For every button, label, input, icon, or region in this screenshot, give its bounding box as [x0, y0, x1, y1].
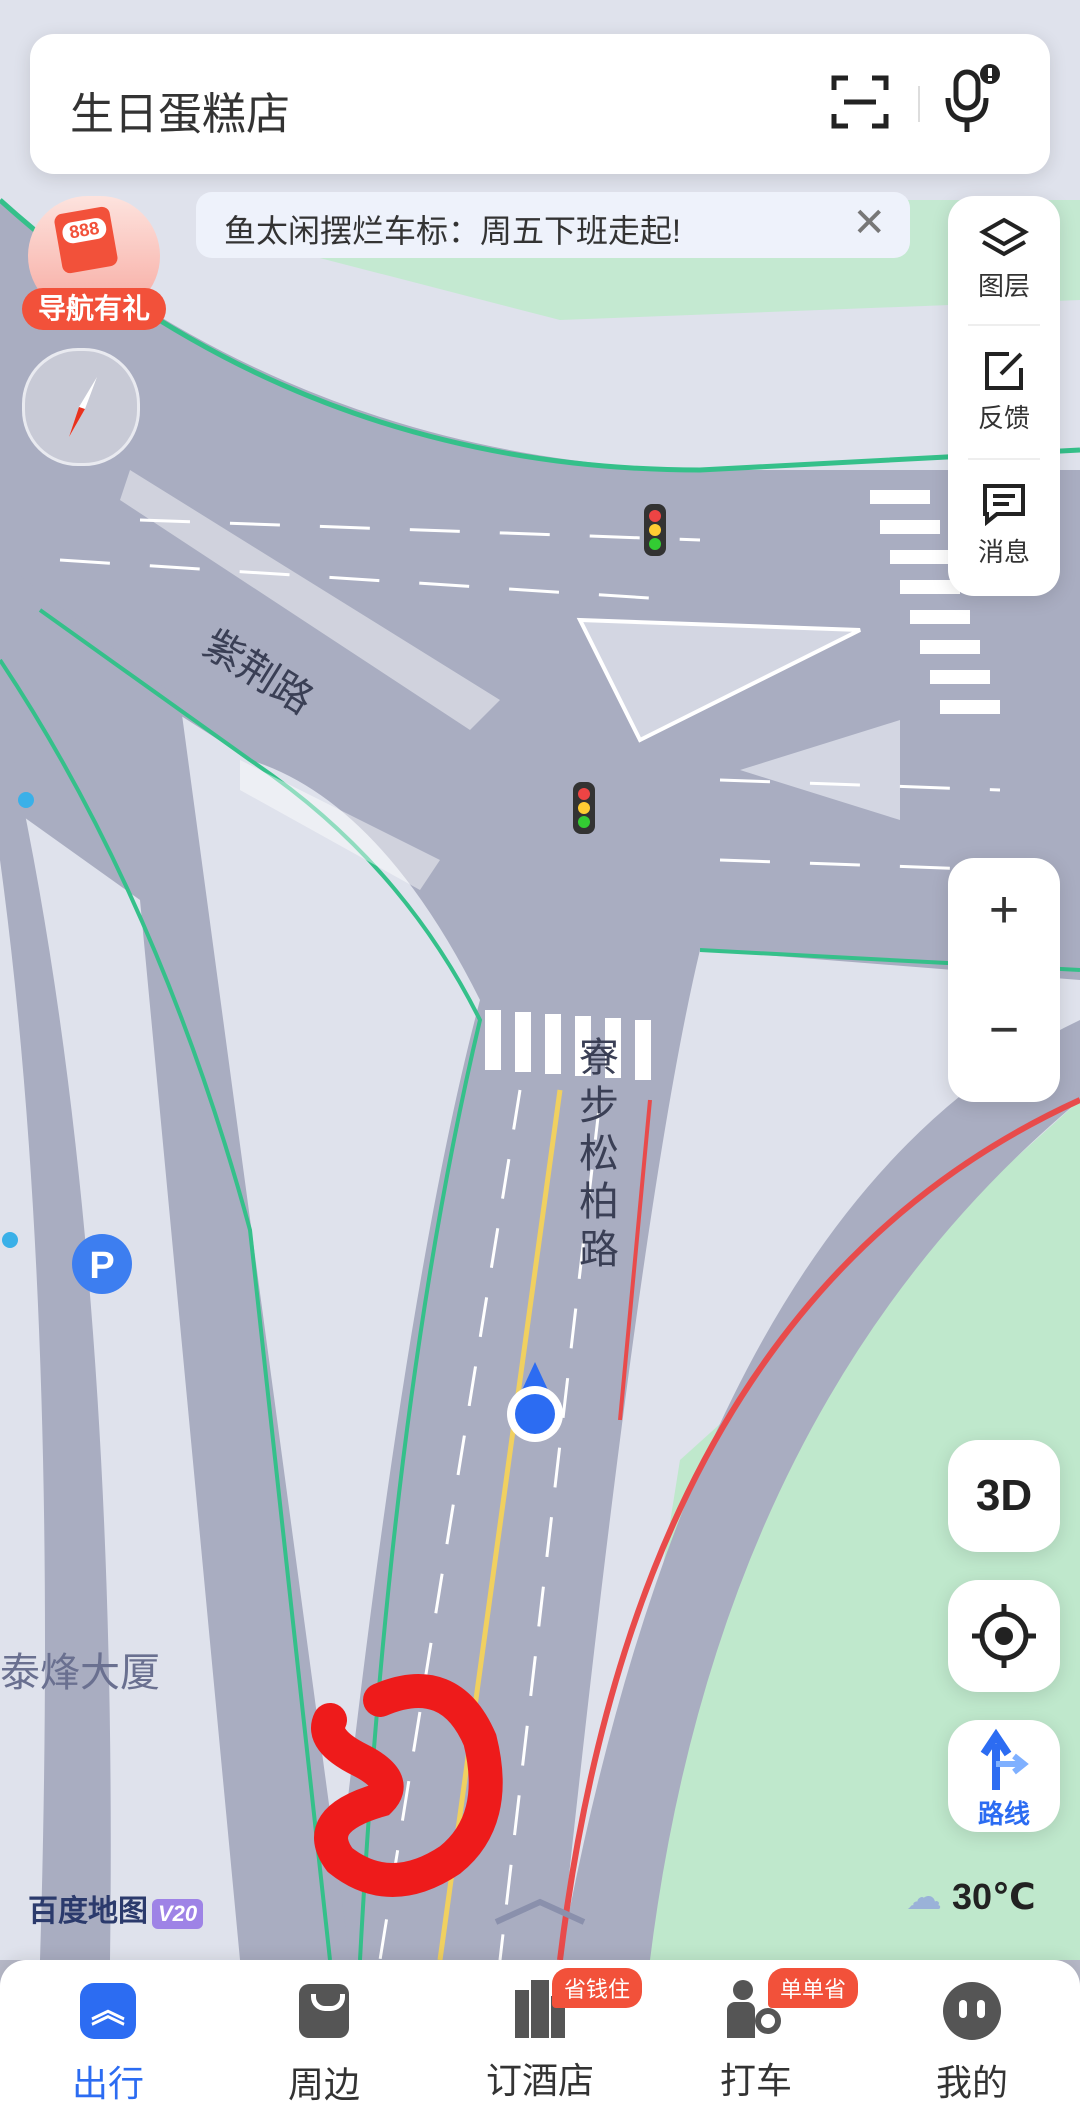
weather-temp: 30℃ — [952, 1876, 1036, 1917]
cloud-sun-icon: ☁ — [906, 1876, 942, 1917]
microphone-icon[interactable] — [938, 64, 1002, 136]
banner-text: 鱼太闲摆烂车标：周五下班走起! — [224, 213, 681, 249]
3d-toggle-button[interactable]: 3D — [948, 1440, 1060, 1552]
logo-name: 百度地图 — [28, 1895, 148, 1928]
zoom-in-button[interactable]: + — [948, 880, 1060, 940]
shopping-bag-icon — [293, 1984, 355, 2046]
promo-label: 导航有礼 — [22, 288, 166, 330]
zoom-out-button[interactable]: − — [948, 1000, 1060, 1060]
layers-icon — [979, 217, 1029, 257]
road-label-char: 松 — [579, 1132, 619, 1176]
feedback-label: 反馈 — [977, 403, 1030, 433]
message-icon — [983, 484, 1025, 526]
building-label[interactable]: 泰烽大厦 — [0, 1640, 160, 1698]
tab-taxi[interactable]: 单单省 打车 — [648, 1968, 864, 2104]
layers-button[interactable]: 图层 — [948, 216, 1060, 303]
route-button[interactable]: 路线 — [948, 1720, 1060, 1832]
tab-badge: 省钱住 — [552, 1968, 643, 2008]
navigation-gift-promo[interactable]: 888 导航有礼 — [22, 196, 166, 336]
traffic-light-icon — [644, 504, 666, 556]
divider — [968, 458, 1040, 460]
locate-icon — [972, 1604, 1036, 1668]
zoom-controls: + − — [948, 858, 1060, 1102]
parking-icon[interactable]: P — [72, 1234, 132, 1294]
compass-button[interactable] — [22, 348, 140, 466]
route-label: 路线 — [977, 1799, 1030, 1829]
tab-hotel[interactable]: 省钱住 订酒店 — [432, 1968, 648, 2104]
tab-travel[interactable]: ︽ 出行 — [0, 1980, 216, 2107]
route-arrow-icon — [980, 1728, 1029, 1790]
weather-widget[interactable]: ☁ 30℃ — [906, 1876, 1036, 1918]
compass-icon — [69, 377, 97, 437]
road-label-char: 寮 — [579, 1036, 619, 1080]
tab-label: 我的 — [935, 2062, 1008, 2103]
divider — [918, 86, 920, 122]
tab-label: 周边 — [287, 2064, 360, 2105]
road-label-liaobu: 寮 步 松 柏 路 — [574, 1034, 624, 1274]
messages-label: 消息 — [977, 537, 1030, 567]
map-logo: 百度地图 V20 — [28, 1886, 204, 1930]
locate-me-button[interactable] — [948, 1580, 1060, 1692]
close-icon[interactable]: ✕ — [852, 200, 886, 246]
tab-me[interactable]: 我的 — [864, 1980, 1080, 2106]
tab-nearby[interactable]: 周边 — [216, 1980, 432, 2108]
profile-icon — [941, 1982, 1003, 2044]
scan-icon[interactable] — [830, 72, 890, 132]
tab-label: 订酒店 — [485, 2060, 594, 2101]
traffic-light-icon — [573, 782, 595, 834]
tab-badge: 单单省 — [768, 1968, 859, 2008]
road-label-char: 路 — [579, 1228, 619, 1272]
tab-label: 出行 — [71, 2063, 144, 2104]
logo-version: V20 — [152, 1899, 204, 1929]
expand-handle-icon[interactable] — [490, 1896, 590, 1926]
svg-text:P: P — [89, 1245, 114, 1287]
announcement-banner[interactable]: 鱼太闲摆烂车标：周五下班走起! ✕ — [196, 192, 910, 258]
travel-icon: ︽ — [77, 1983, 139, 2045]
tab-label: 打车 — [719, 2060, 792, 2101]
road-label-char: 柏 — [579, 1180, 619, 1224]
bottom-tab-bar: ︽ 出行 周边 省钱住 订酒店 单单省 打车 我的 — [0, 1960, 1080, 2124]
layers-label: 图层 — [977, 271, 1030, 301]
promo-badge-text: 888 — [60, 216, 108, 245]
messages-button[interactable]: 消息 — [948, 482, 1060, 569]
edit-icon — [985, 352, 1023, 390]
feedback-button[interactable]: 反馈 — [948, 348, 1060, 435]
search-bar[interactable]: 生日蛋糕店 — [30, 34, 1050, 174]
road-label-char: 步 — [579, 1084, 619, 1128]
divider — [968, 324, 1040, 326]
search-input[interactable]: 生日蛋糕店 — [70, 78, 290, 142]
map-tools-panel: 图层 反馈 消息 — [948, 196, 1060, 596]
